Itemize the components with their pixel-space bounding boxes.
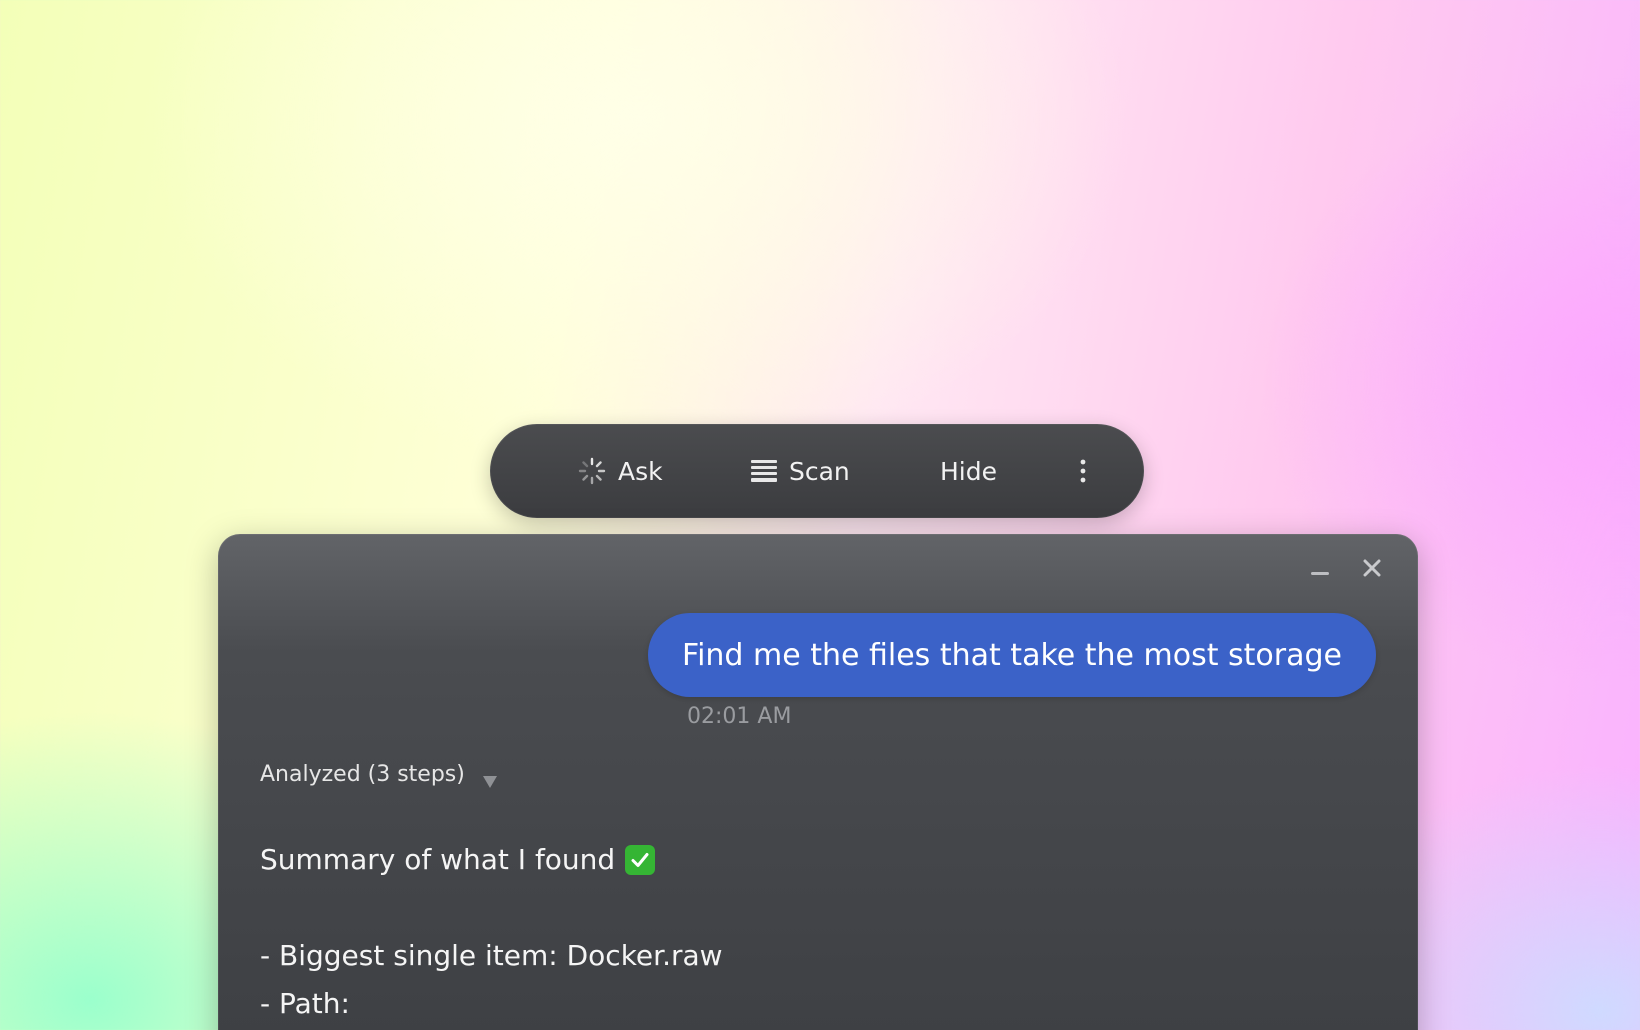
more-vertical-icon (1080, 459, 1086, 483)
hide-label: Hide (940, 456, 997, 486)
scan-label: Scan (789, 456, 850, 486)
spinner-icon (578, 457, 606, 485)
answer-heading-text: Summary of what I found (260, 843, 616, 876)
lines-icon (751, 458, 777, 484)
minimize-button[interactable] (1306, 556, 1334, 584)
answer-heading: Summary of what I found (260, 836, 723, 884)
close-button[interactable] (1358, 556, 1386, 584)
steps-label: Analyzed (3 steps) (260, 762, 465, 787)
scan-button[interactable]: Scan (751, 424, 850, 518)
message-timestamp: 02:01 AM (687, 704, 792, 729)
floating-toolbar: Ask Scan Hide (490, 424, 1144, 518)
answer-list-item: - Biggest single item: Docker.raw (260, 939, 723, 972)
assistant-answer: Summary of what I found - Biggest single… (260, 836, 723, 1028)
hide-button[interactable]: Hide (940, 424, 997, 518)
ask-label: Ask (618, 456, 663, 486)
close-icon (1363, 559, 1381, 581)
check-mark-button-icon (625, 845, 656, 875)
more-options-button[interactable] (1068, 424, 1098, 518)
triangle-down-icon (482, 769, 497, 788)
user-message-bubble: Find me the files that take the most sto… (648, 613, 1376, 697)
minimize-icon (1311, 561, 1329, 580)
answer-list-item: - Path: (260, 987, 350, 1020)
user-message-text: Find me the files that take the most sto… (682, 637, 1342, 673)
chat-panel: Find me the files that take the most sto… (218, 534, 1418, 1030)
ask-button[interactable]: Ask (578, 424, 663, 518)
analyzed-steps-toggle[interactable]: Analyzed (3 steps) (260, 762, 497, 788)
